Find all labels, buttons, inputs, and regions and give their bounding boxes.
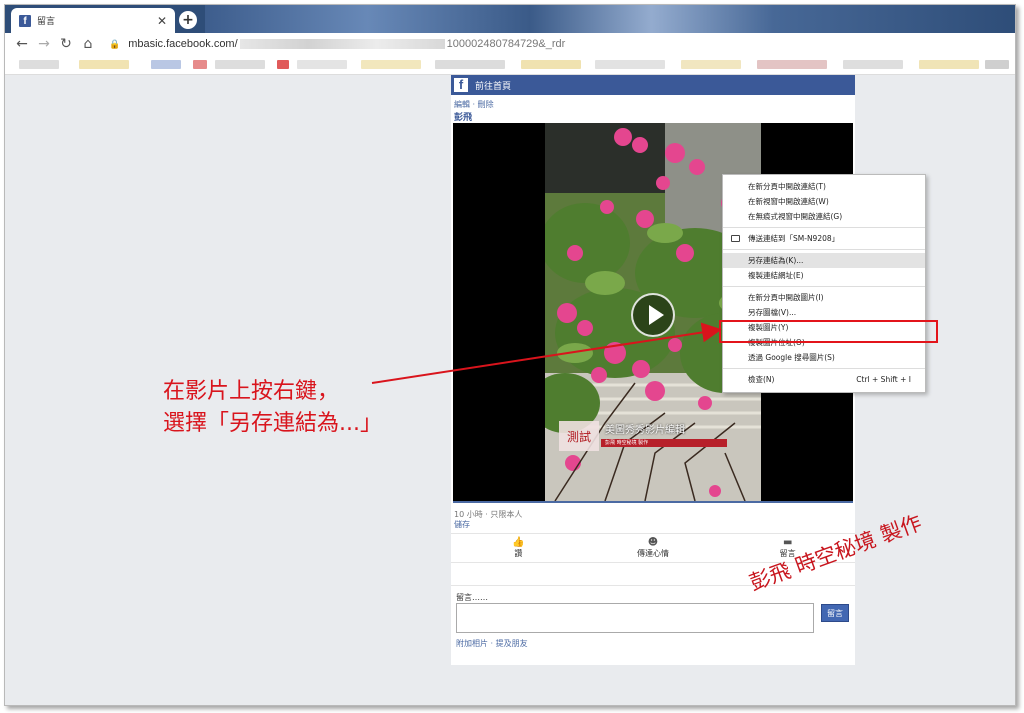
reload-icon[interactable]: ↻ [55,36,77,52]
back-arrow-icon[interactable]: ← [11,36,33,52]
save-link[interactable]: 儲存 [454,519,470,530]
home-icon[interactable]: ⌂ [77,36,99,52]
comment-submit-button[interactable]: 留言 [821,604,849,622]
menu-separator [723,368,925,369]
bookmark-item[interactable] [361,60,421,69]
tab-strip: f 留言 ✕ + [5,5,1015,33]
menu-item-open-new-window[interactable]: 在新視窗中開啟連結(W) [723,194,925,209]
facebook-header: f 前往首頁 [451,75,855,95]
url-host: mbasic.facebook.com/ [128,38,238,50]
menu-item-label: 在新分頁中開啟圖片(I) [748,293,824,302]
menu-item-label: 傳送連結到「SM-N9208」 [748,234,840,243]
annotation-text: 在影片上按右鍵， 選擇「另存連結為...」 [163,376,382,440]
context-menu: 在新分頁中開啟連結(T) 在新視窗中開啟連結(W) 在無痕式視窗中開啟連結(G)… [722,174,926,393]
highlight-box [719,320,938,343]
menu-item-label: 在新分頁中開啟連結(T) [748,182,826,191]
comment-box: 留言…… 留言 附加相片 · 提及朋友 [451,585,855,657]
menu-item-save-link-as[interactable]: 另存連結為(K)... [723,253,925,268]
menu-item-label: 複製連結網址(E) [748,271,804,280]
menu-item-send-to-device[interactable]: 傳送連結到「SM-N9208」 [723,231,925,246]
lock-icon: 🔒 [109,38,121,49]
bookmark-item[interactable] [297,60,347,69]
menu-item-label: 另存連結為(K)... [748,256,804,265]
bookmark-item[interactable] [79,60,129,69]
forward-arrow-icon[interactable]: → [33,36,55,52]
edit-delete-links[interactable]: 編輯 · 刪除 [451,95,855,110]
bookmark-item[interactable] [193,60,207,69]
home-link[interactable]: 前往首頁 [475,79,511,92]
menu-separator [723,227,925,228]
bookmark-item[interactable] [215,60,265,69]
tab-title: 留言 [37,17,56,27]
menu-item-open-image-new-tab[interactable]: 在新分頁中開啟圖片(I) [723,290,925,305]
menu-item-label: 透過 Google 搜尋圖片(S) [748,353,835,362]
thumbs-up-icon: 👍 [512,537,525,548]
menu-item-label: 另存圖檔(V)... [748,308,797,317]
video-tag-title: 美圖秀秀影片編輯 [605,425,685,436]
new-tab-button[interactable]: + [179,11,197,29]
bookmark-item[interactable] [19,60,59,69]
comment-icon: ▬ [782,537,793,548]
bookmark-item[interactable] [843,60,903,69]
bookmark-item[interactable] [151,60,181,69]
play-button-icon[interactable] [631,293,675,337]
bookmarks-bar [5,55,1015,75]
emoji-icon: ☻ [647,537,659,548]
like-label: 讚 [514,549,523,558]
facebook-logo-icon[interactable]: f [454,77,468,92]
menu-item-open-incognito[interactable]: 在無痕式視窗中開啟連結(G) [723,209,925,224]
menu-item-inspect[interactable]: 檢查(N) Ctrl + Shift + I [723,372,925,387]
tab-strip-background [205,5,1015,33]
menu-item-copy-link-address[interactable]: 複製連結網址(E) [723,268,925,283]
bookmark-item[interactable] [919,60,979,69]
url-blurred-segment [239,39,445,49]
bookmark-item[interactable] [521,60,581,69]
video-tag-test: 測試 [559,421,599,451]
menu-item-open-new-tab[interactable]: 在新分頁中開啟連結(T) [723,179,925,194]
address-bar[interactable]: 🔒 mbasic.facebook.com/ 100002480784729&_… [109,38,565,50]
menu-separator [723,249,925,250]
url-tail: 100002480784729&_rdr [446,38,566,50]
bookmark-item[interactable] [985,60,1009,69]
facebook-favicon-icon: f [19,14,31,27]
cast-device-icon [731,235,740,242]
react-button[interactable]: ☻ 傳達心情 [586,534,721,562]
menu-item-label: 檢查(N) [748,375,775,384]
bookmark-item[interactable] [277,60,289,69]
poster-name[interactable]: 彭飛 [451,110,855,123]
comment-label: 留言…… [456,593,488,602]
comment-extra-links[interactable]: 附加相片 · 提及朋友 [456,638,528,649]
bookmark-item[interactable] [681,60,741,69]
inspect-shortcut: Ctrl + Shift + I [856,375,911,384]
bookmark-item[interactable] [435,60,505,69]
bookmark-item[interactable] [595,60,665,69]
menu-item-search-google-image[interactable]: 透過 Google 搜尋圖片(S) [723,350,925,365]
menu-separator [723,286,925,287]
video-tag-subtitle: 彭飛 時空秘境 製作 [601,439,727,447]
menu-item-label: 在新視窗中開啟連結(W) [748,197,829,206]
bookmark-item[interactable] [757,60,827,69]
comment-input[interactable] [456,603,814,633]
address-toolbar: ← → ↻ ⌂ 🔒 mbasic.facebook.com/ 100002480… [5,33,1015,55]
annotation-line-2: 選擇「另存連結為...」 [163,411,382,436]
annotation-line-1: 在影片上按右鍵， [163,379,340,404]
menu-item-save-image-as[interactable]: 另存圖檔(V)... [723,305,925,320]
browser-tab[interactable]: f 留言 ✕ [11,8,175,33]
close-tab-icon[interactable]: ✕ [157,14,167,28]
menu-item-label: 在無痕式視窗中開啟連結(G) [748,212,843,221]
like-button[interactable]: 👍 讚 [451,534,586,562]
react-label: 傳達心情 [637,549,669,558]
